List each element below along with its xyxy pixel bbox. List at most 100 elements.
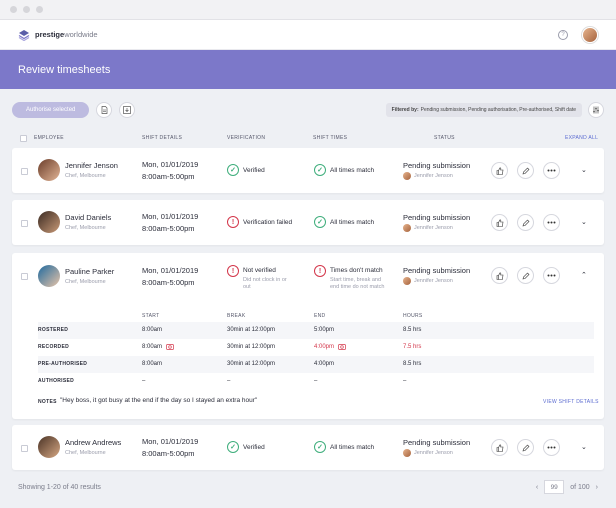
verification-status: Not verified [243,267,276,274]
row-checkbox[interactable] [21,220,28,227]
window-minimize-dot[interactable] [23,6,30,13]
detail-start: 8:00am [142,344,163,350]
employee-name[interactable]: Andrew Andrews [65,438,121,447]
col-shift-details: SHIFT DETAILS [142,135,183,141]
download-icon [123,106,132,114]
thumbs-up-icon [496,166,503,175]
shift-times-status: Times don't match [330,267,383,274]
verification-detail: Did not clock in or out [243,277,287,290]
edit-button[interactable] [517,162,534,179]
logo[interactable]: prestigeworldwide [18,29,98,41]
expand-all-link[interactable]: EXPAND ALL [565,135,598,141]
export-button[interactable] [119,102,136,118]
pencil-icon [522,272,529,279]
status-by: Jennifer Jenson [414,173,453,179]
chevron-down-icon[interactable]: ⌄ [581,166,587,174]
shift-time: 8:00am-5:00pm [142,278,195,287]
filter-value: Pending submission, Pending authorisatio… [420,107,576,113]
user-avatar[interactable] [582,26,598,43]
shift-times-detail: Start time, break and end time do not ma… [330,277,385,290]
logo-bold: prestige [35,30,65,39]
shift-date: Mon, 01/01/2019 [142,212,199,221]
document-icon [101,106,108,114]
detail-row-label: ROSTERED [38,327,69,333]
document-button[interactable] [96,102,113,118]
table-row-expanded[interactable]: Pauline Parker Chef, Melbourne Mon, 01/0… [12,253,604,419]
approve-button[interactable] [491,214,508,231]
alert-circle-icon: ! [227,216,239,228]
table-row[interactable]: Jennifer Jenson Chef, Melbourne Mon, 01/… [12,148,604,193]
more-button[interactable] [543,439,560,456]
pagination-footer: Showing 1-20 of 40 results ‹ 99 of 100 › [0,478,616,496]
chevron-up-icon[interactable]: ⌃ [581,271,587,279]
table-row[interactable]: Andrew Andrews Chef, Melbourne Mon, 01/0… [12,425,604,470]
detail-break: – [227,378,231,384]
edit-button[interactable] [517,214,534,231]
camera-icon[interactable] [338,343,346,352]
table-row[interactable]: David Daniels Chef, Melbourne Mon, 01/01… [12,200,604,245]
page-title: Review timesheets [18,63,111,76]
avatar [403,172,411,180]
prev-page-icon[interactable]: ‹ [536,484,538,491]
col-status: STATUS [434,135,455,141]
more-button[interactable] [543,162,560,179]
edit-button[interactable] [517,267,534,284]
select-all-checkbox[interactable] [20,134,27,142]
notes-label: NOTES [38,399,57,405]
filter-settings-button[interactable] [588,102,604,118]
sliders-icon [593,106,599,114]
table-header: EMPLOYEE SHIFT DETAILS VERIFICATION SHIF… [0,131,616,145]
edit-button[interactable] [517,439,534,456]
window-maximize-dot[interactable] [36,6,43,13]
shift-date: Mon, 01/01/2019 [142,266,199,275]
shift-date: Mon, 01/01/2019 [142,160,199,169]
window-close-dot[interactable] [10,6,17,13]
help-icon[interactable]: ? [558,29,568,40]
detail-start: – [142,378,146,384]
verification-status: Verified [243,167,265,174]
employee-role: Chef, Melbourne [65,279,106,285]
thumbs-up-icon [496,443,503,452]
row-checkbox[interactable] [21,273,28,280]
detail-break: 30min at 12:00pm [227,327,276,333]
shift-time: 8:00am-5:00pm [142,449,195,458]
more-icon [547,274,556,277]
view-shift-details-link[interactable]: VIEW SHIFT DETAILS [543,399,599,405]
row-checkbox[interactable] [21,445,28,452]
employee-role: Chef, Melbourne [65,173,106,179]
detail-col-start: START [142,313,160,319]
approve-button[interactable] [491,162,508,179]
alert-circle-icon: ! [314,265,326,277]
filter-summary[interactable]: Filtered by: Pending submission, Pending… [385,103,582,117]
employee-name[interactable]: Pauline Parker [65,267,114,276]
detail-col-break: BREAK [227,313,246,319]
approve-button[interactable] [491,267,508,284]
employee-name[interactable]: David Daniels [65,213,111,222]
status-by: Jennifer Jenson [414,278,453,284]
detail-hours: 7.5 hrs [403,344,422,350]
shift-time: 8:00am-5:00pm [142,172,195,181]
page-input[interactable]: 99 [544,480,565,494]
authorise-selected-button[interactable]: Authorise selected [12,102,90,118]
logo-icon [18,29,30,41]
verification-status: Verification failed [243,219,293,226]
more-button[interactable] [543,267,560,284]
detail-hours: 8.5 hrs [403,327,422,333]
status-by: Jennifer Jenson [414,225,453,231]
camera-icon[interactable] [166,343,174,352]
page-total: of 100 [570,483,590,491]
more-button[interactable] [543,214,560,231]
filter-prefix: Filtered by: [391,107,419,113]
avatar [403,449,411,457]
detail-break: 30min at 12:00pm [227,344,276,350]
approve-button[interactable] [491,439,508,456]
detail-row-pre-authorised: PRE-AUTHORISED 8:00am 30min at 12:00pm 4… [38,356,594,373]
chevron-down-icon[interactable]: ⌄ [581,443,587,451]
detail-col-end: END [314,313,326,319]
employee-name[interactable]: Jennifer Jenson [65,161,118,170]
row-checkbox[interactable] [21,168,28,175]
detail-end: 5:00pm [314,327,335,333]
next-page-icon[interactable]: › [596,484,598,491]
timesheet-status: Pending submission [403,161,471,170]
chevron-down-icon[interactable]: ⌄ [581,218,587,226]
